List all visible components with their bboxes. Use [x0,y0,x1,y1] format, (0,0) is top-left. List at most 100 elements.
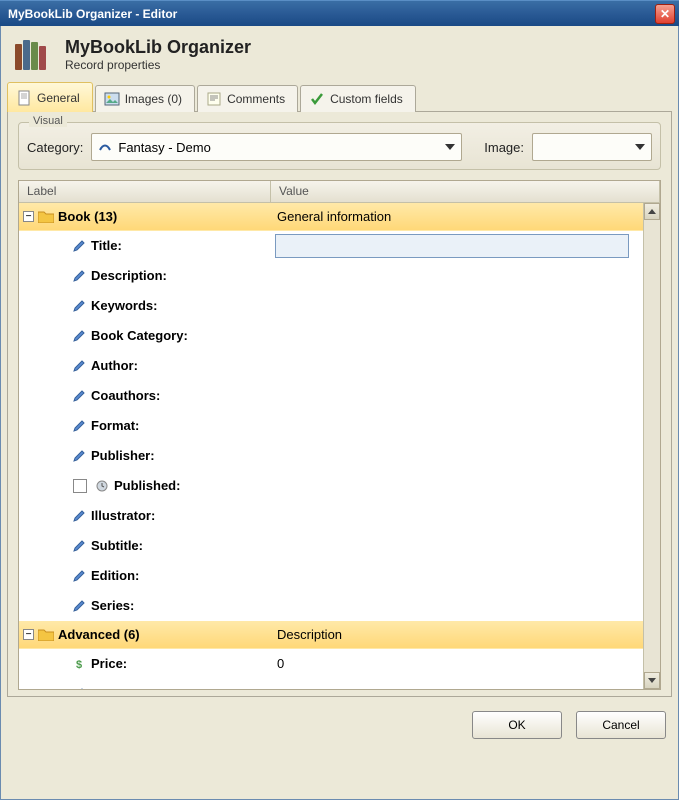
svg-text:$: $ [76,659,82,671]
tab-label: General [37,91,80,105]
pencil-icon [71,686,87,690]
field-publisher[interactable]: Publisher: [19,441,643,471]
dollar-icon: $ [71,656,87,672]
category-label: Category: [27,140,83,155]
ok-button[interactable]: OK [472,711,562,739]
field-label: Coauthors: [91,388,160,403]
field-published[interactable]: Published: [19,471,643,501]
tab-general[interactable]: General [7,82,93,112]
pencil-icon [71,298,87,314]
field-coauthors[interactable]: Coauthors: [19,381,643,411]
property-grid: Label Value − Book (13) General i [18,180,661,690]
visual-group: Visual Category: Fantasy - Demo Image: [18,122,661,170]
category-combo[interactable]: Fantasy - Demo [91,133,462,161]
folder-icon [38,210,54,223]
tab-strip: General Images (0) Comments Custom field… [7,82,672,112]
pencil-icon [71,568,87,584]
published-checkbox[interactable] [73,479,87,493]
group-summary: Description [271,627,643,642]
pencil-icon [71,508,87,524]
pencil-icon [71,238,87,254]
header: MyBookLib Organizer Record properties [7,32,672,82]
app-title: MyBookLib Organizer [65,37,251,58]
field-label: Title: [91,238,122,253]
collapse-icon[interactable]: − [23,211,34,222]
tab-label: Comments [227,92,285,106]
group-advanced[interactable]: − Advanced (6) Description [19,621,643,649]
group-summary: General information [271,209,643,224]
scroll-down-button[interactable] [644,672,660,689]
chevron-up-icon [648,209,656,214]
collapse-icon[interactable]: − [23,629,34,640]
field-subtitle[interactable]: Subtitle: [19,531,643,561]
note-icon [206,91,222,107]
field-author[interactable]: Author: [19,351,643,381]
column-label[interactable]: Label [19,181,271,202]
image-label: Image: [484,140,524,155]
field-edition[interactable]: Edition: [19,561,643,591]
field-book-category[interactable]: Book Category: [19,321,643,351]
cancel-button[interactable]: Cancel [576,711,666,739]
pencil-icon [71,388,87,404]
field-label: Keywords: [91,298,157,313]
group-title: Advanced (6) [58,627,140,642]
app-subtitle: Record properties [65,58,251,72]
date-icon [94,478,110,494]
field-keywords[interactable]: Keywords: [19,291,643,321]
tab-custom-fields[interactable]: Custom fields [300,85,416,112]
title-input[interactable] [275,234,629,258]
grid-rows: − Book (13) General information Title: [19,203,643,689]
visual-legend: Visual [29,115,67,127]
field-label: Price: [91,656,127,671]
window-body: MyBookLib Organizer Record properties Ge… [0,26,679,800]
field-label: Author: [91,358,138,373]
pencil-icon [71,598,87,614]
dialog-buttons: OK Cancel [7,697,672,745]
pencil-icon [71,358,87,374]
check-icon [309,91,325,107]
field-label: Edition: [91,568,139,583]
pencil-icon [71,448,87,464]
chevron-down-icon [648,678,656,683]
field-title[interactable]: Title: [19,231,643,261]
grid-header: Label Value [19,181,660,203]
pencil-icon [71,328,87,344]
group-title: Book (13) [58,209,117,224]
tab-label: Images (0) [125,92,182,106]
field-label: Illustrator: [91,508,155,523]
folder-icon [38,628,54,641]
column-value[interactable]: Value [271,181,660,202]
field-illustrator[interactable]: Illustrator: [19,501,643,531]
fantasy-icon [98,139,112,156]
books-icon [13,36,55,72]
chevron-down-icon [445,144,455,150]
field-label: Description: [91,268,167,283]
field-label: Series: [91,598,134,613]
field-label: Format: [91,418,139,433]
field-format[interactable]: Format: [19,411,643,441]
close-button[interactable]: ✕ [655,4,675,24]
field-label: Book Category: [91,328,188,343]
tab-label: Custom fields [330,92,403,106]
category-value: Fantasy - Demo [118,140,210,155]
tab-images[interactable]: Images (0) [95,85,195,112]
document-icon [16,90,32,106]
field-isbn[interactable]: ISBN: [19,679,643,689]
pencil-icon [71,418,87,434]
image-combo[interactable] [532,133,652,161]
field-description[interactable]: Description: [19,261,643,291]
field-label: ISBN: [91,686,126,689]
chevron-down-icon [635,144,645,150]
field-price[interactable]: $Price: 0 [19,649,643,679]
scrollbar[interactable] [643,203,660,689]
close-icon: ✕ [660,7,670,21]
pencil-icon [71,268,87,284]
title-bar: MyBookLib Organizer - Editor ✕ [0,0,679,26]
scroll-up-button[interactable] [644,203,660,220]
field-series[interactable]: Series: [19,591,643,621]
field-label: Published: [114,478,180,493]
group-book[interactable]: − Book (13) General information [19,203,643,231]
field-label: Subtitle: [91,538,143,553]
tab-comments[interactable]: Comments [197,85,298,112]
tab-panel-general: Visual Category: Fantasy - Demo Image: [7,112,672,697]
